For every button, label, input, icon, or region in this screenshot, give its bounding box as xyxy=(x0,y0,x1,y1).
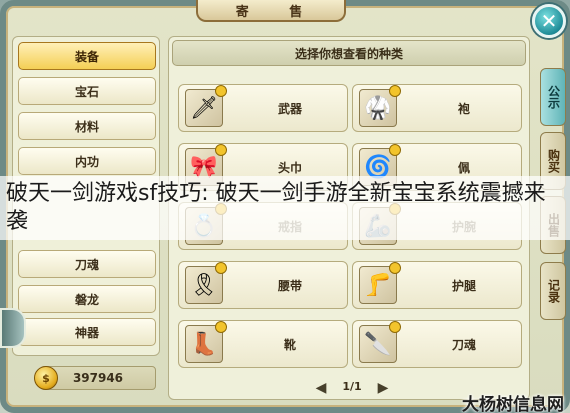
category-label: 磐龙 xyxy=(74,292,99,307)
tab-announce[interactable]: 公示 xyxy=(540,68,566,126)
window-title: 寄 售 xyxy=(196,0,346,22)
category-equipment[interactable]: 装备 xyxy=(18,42,156,70)
category-label: 材料 xyxy=(74,119,99,134)
item-type-greaves[interactable]: 🦵 护腿 xyxy=(352,261,522,309)
badge-icon xyxy=(215,262,227,274)
tab-label: 购买 xyxy=(546,149,561,173)
chevron-left-icon: ◀ xyxy=(315,380,327,396)
caption-overlay: 破天一剑游戏sf技巧: 破天一剑手游全新宝宝系统震撼来袭 xyxy=(0,176,570,240)
badge-icon xyxy=(389,321,401,333)
category-panlong[interactable]: 磐龙 xyxy=(18,285,156,313)
item-type-label: 腰带 xyxy=(277,278,302,293)
item-type-label: 刀魂 xyxy=(451,337,476,352)
close-button[interactable]: ✕ xyxy=(532,4,566,38)
category-gems[interactable]: 宝石 xyxy=(18,77,156,105)
item-type-weapon[interactable]: 🗡 武器 xyxy=(178,84,348,132)
item-type-boots[interactable]: 👢 靴 xyxy=(178,320,348,368)
badge-icon xyxy=(215,85,227,97)
tab-label: 公示 xyxy=(546,85,561,109)
close-icon: ✕ xyxy=(540,9,558,33)
badge-icon xyxy=(389,262,401,274)
category-label: 内功 xyxy=(74,154,99,169)
side-drag-handle[interactable] xyxy=(0,308,26,348)
category-inner-skill[interactable]: 内功 xyxy=(18,147,156,175)
page-indicator: 1/1 xyxy=(342,380,362,393)
badge-icon xyxy=(215,144,227,156)
item-type-label: 护腿 xyxy=(451,278,476,293)
item-type-robe[interactable]: 🥋 袍 xyxy=(352,84,522,132)
item-type-label: 袍 xyxy=(457,101,470,116)
item-type-blade-soul[interactable]: 🔪 刀魂 xyxy=(352,320,522,368)
badge-icon xyxy=(389,144,401,156)
category-artifact[interactable]: 神器 xyxy=(18,318,156,346)
category-materials[interactable]: 材料 xyxy=(18,112,156,140)
item-type-label: 靴 xyxy=(283,337,296,352)
gold-coin-icon: $ xyxy=(34,366,58,390)
watermark: 大杨树信息网 xyxy=(462,395,564,413)
category-blade-soul[interactable]: 刀魂 xyxy=(18,250,156,278)
category-label: 装备 xyxy=(74,49,99,64)
tab-label: 记录 xyxy=(546,279,561,303)
chevron-right-icon: ▶ xyxy=(377,380,389,396)
badge-icon xyxy=(215,321,227,333)
panel-header: 选择你想查看的种类 xyxy=(172,40,526,66)
next-page-button[interactable]: ▶ xyxy=(376,380,390,396)
badge-icon xyxy=(389,85,401,97)
category-label: 宝石 xyxy=(74,84,99,99)
item-type-label: 武器 xyxy=(277,101,302,116)
item-type-belt[interactable]: 🎗 腰带 xyxy=(178,261,348,309)
tab-records[interactable]: 记录 xyxy=(540,262,566,320)
category-label: 刀魂 xyxy=(74,257,99,272)
category-label: 神器 xyxy=(74,325,99,340)
prev-page-button[interactable]: ◀ xyxy=(314,380,328,396)
